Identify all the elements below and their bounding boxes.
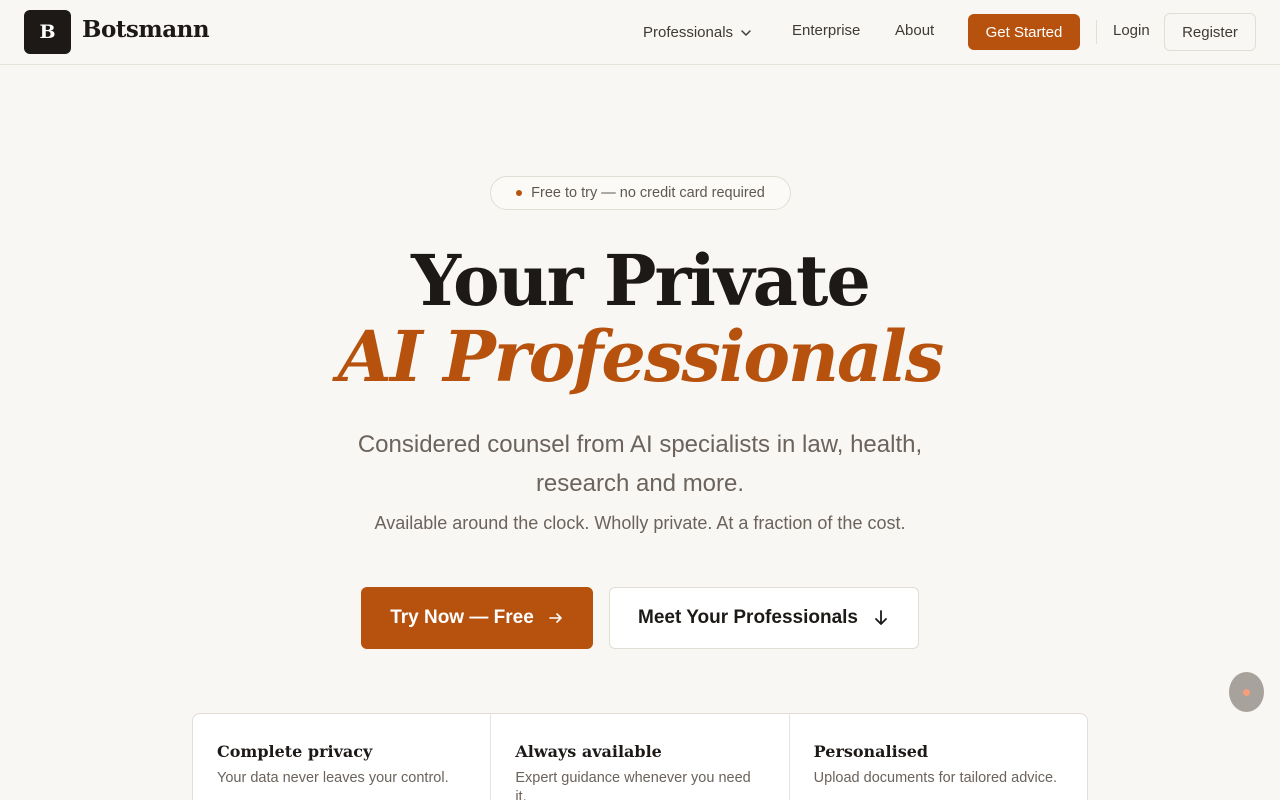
register-button[interactable]: Register — [1164, 13, 1256, 51]
feature-card: Always available Expert guidance wheneve… — [491, 714, 790, 800]
get-started-button[interactable]: Get Started — [968, 14, 1080, 50]
feature-title: Personalised — [813, 742, 929, 761]
logo-mark[interactable]: B — [24, 10, 71, 54]
free-trial-badge: Free to try — no credit card required — [490, 176, 791, 210]
nav-enterprise[interactable]: Enterprise — [792, 22, 860, 39]
feature-desc: Expert guidance whenever you need it. — [515, 770, 751, 800]
feature-card: Complete privacy Your data never leaves … — [193, 714, 492, 800]
floating-assistant-button[interactable] — [1229, 672, 1264, 712]
login-link[interactable]: Login — [1113, 22, 1150, 39]
nav-about[interactable]: About — [895, 22, 934, 39]
site-header: B Botsmann Professionals Enterprise Abou… — [0, 0, 1280, 65]
nav-professionals-label: Professionals — [643, 24, 734, 41]
feature-title: Always available — [515, 742, 662, 761]
feature-desc: Your data never leaves your control. — [217, 770, 449, 786]
badge-dot-icon — [516, 190, 523, 196]
badge-text: Free to try — no credit card required — [531, 185, 765, 201]
feature-title: Complete privacy — [217, 742, 373, 761]
hero-subtitle: Considered counsel from AI specialists i… — [357, 431, 923, 497]
hero-title-line2: AI Professionals — [337, 315, 945, 398]
brand-name[interactable]: Botsmann — [82, 16, 210, 43]
arrow-down-icon — [875, 610, 887, 625]
arrow-right-icon — [548, 613, 562, 623]
nav-divider — [1096, 20, 1097, 44]
meet-professionals-button[interactable]: Meet Your Professionals — [609, 587, 919, 649]
hero-title-line1: Your Private — [411, 239, 871, 322]
chevron-down-icon — [741, 29, 751, 36]
features-strip: Complete privacy Your data never leaves … — [192, 713, 1088, 800]
hero-tagline: Available around the clock. Wholly priva… — [374, 513, 906, 533]
feature-card: Personalised Upload documents for tailor… — [790, 714, 1087, 800]
nav-professionals[interactable]: Professionals — [643, 24, 753, 41]
try-now-label: Try Now — Free — [390, 607, 534, 628]
try-now-button[interactable]: Try Now — Free — [361, 587, 593, 649]
status-dot-icon — [1243, 688, 1250, 696]
meet-professionals-label: Meet Your Professionals — [638, 607, 858, 628]
feature-desc: Upload documents for tailored advice. — [813, 770, 1058, 786]
